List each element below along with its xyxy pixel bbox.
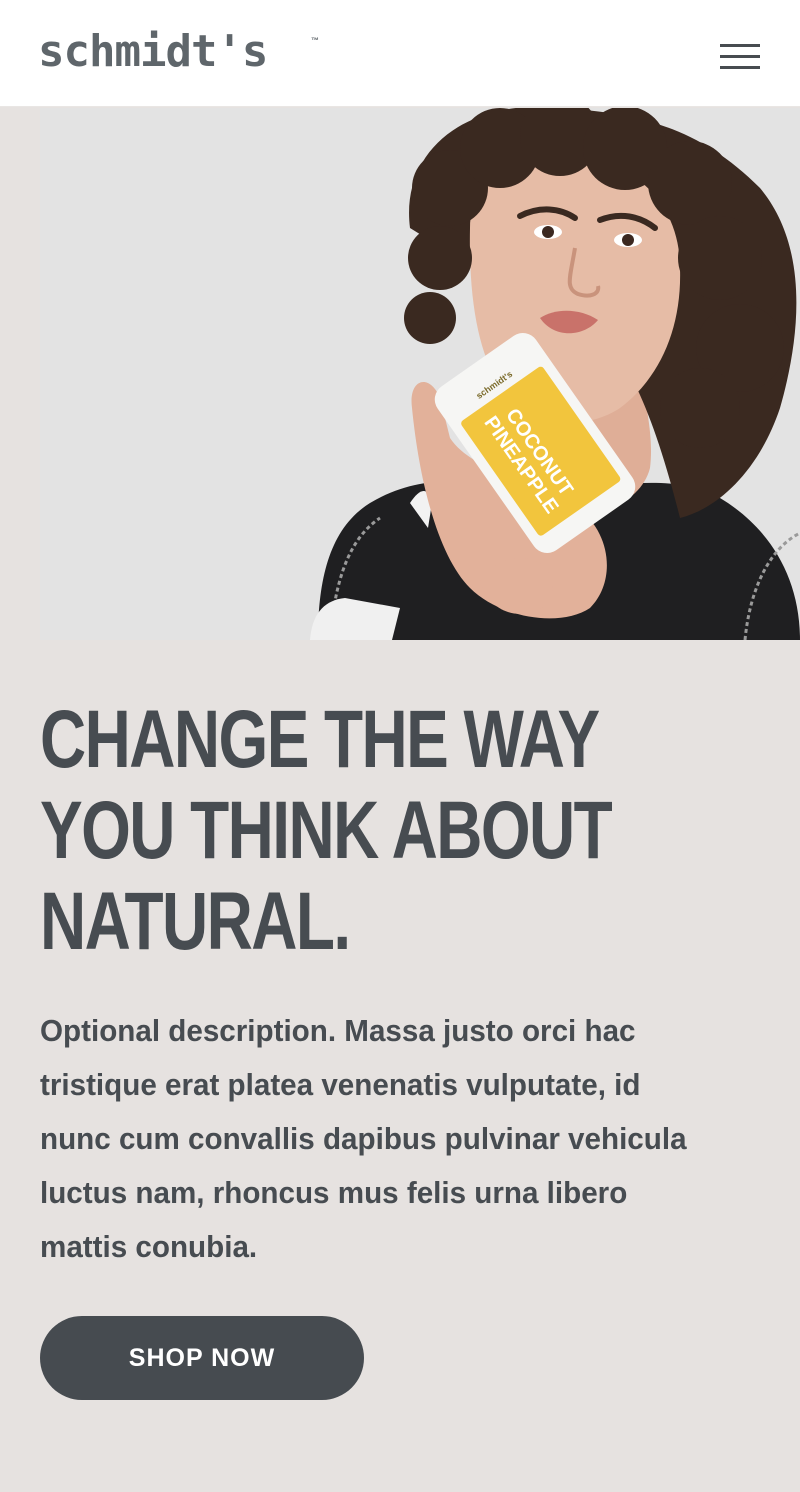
hero-photo: schmidt's COCONUT PINEAPPLE (40, 108, 800, 640)
iris (542, 226, 554, 238)
headline-line: CHANGE THE WAY (40, 694, 600, 785)
iris (622, 234, 634, 246)
hamburger-menu-icon[interactable] (716, 40, 764, 74)
site-header: schmidt's ™ (0, 0, 800, 107)
shop-now-button[interactable]: SHOP NOW (40, 1316, 364, 1400)
menu-bar (720, 66, 760, 69)
headline-line: NATURAL. (40, 876, 351, 967)
headline-line: YOU THINK ABOUT (40, 785, 613, 876)
menu-bar (720, 44, 760, 47)
menu-bar (720, 55, 760, 58)
hero-description: Optional description. Massa justo orci h… (40, 1013, 687, 1264)
hero-headline: CHANGE THE WAY YOU THINK ABOUT NATURAL. (40, 694, 758, 967)
brand-logo[interactable]: schmidt's (38, 30, 268, 74)
trademark-symbol: ™ (311, 36, 319, 45)
hero-image: schmidt's COCONUT PINEAPPLE (0, 108, 800, 640)
